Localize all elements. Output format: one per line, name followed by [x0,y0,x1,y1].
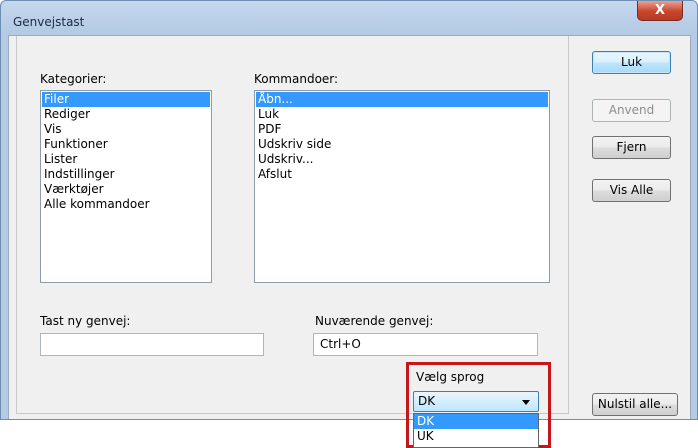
list-item[interactable]: Udskriv... [256,152,548,167]
window-title: Genvejstast [13,15,85,29]
chevron-down-icon[interactable] [522,400,530,405]
list-item[interactable]: Udskriv side [256,137,548,152]
commands-label: Kommandoer: [254,72,339,86]
new-shortcut-input[interactable] [40,333,264,356]
language-option[interactable]: UK [414,429,538,444]
main-pane: Kategorier: Filer Rediger Vis Funktioner… [16,36,569,414]
remove-button[interactable]: Fjern [592,136,671,159]
list-item[interactable]: Værktøjer [42,182,210,197]
show-all-button[interactable]: Vis Alle [592,179,671,202]
close-icon-glyph: X [654,3,666,18]
reset-all-button[interactable]: Nulstil alle... [592,393,678,416]
current-shortcut-field: Ctrl+O [313,333,538,356]
list-item[interactable]: Funktioner [42,137,210,152]
current-shortcut-label: Nuværende genvej: [315,314,434,328]
list-item[interactable]: Vis [42,122,210,137]
language-dropdown-list[interactable]: DK UK [413,413,539,448]
list-item[interactable]: Afslut [256,167,548,182]
language-label: Vælg sprog [416,370,485,384]
new-shortcut-label: Tast ny genvej: [40,314,131,328]
dialog-client-area: Kategorier: Filer Rediger Vis Funktioner… [8,35,691,419]
list-item[interactable]: Åbn... [256,92,548,107]
close-icon[interactable]: X [637,1,683,21]
shortcut-dialog: Genvejstast X Kategorier: Filer Rediger … [0,0,698,420]
list-item[interactable]: Luk [256,107,548,122]
list-item[interactable]: Rediger [42,107,210,122]
list-item[interactable]: Lister [42,152,210,167]
language-option[interactable]: DK [414,414,538,429]
commands-list[interactable]: Åbn... Luk PDF Udskriv side Udskriv... A… [254,90,550,283]
language-select[interactable]: DK [413,391,539,412]
list-item[interactable]: Indstillinger [42,167,210,182]
categories-list[interactable]: Filer Rediger Vis Funktioner Lister Inds… [40,90,212,283]
list-item[interactable]: Alle kommandoer [42,197,210,212]
categories-label: Kategorier: [40,72,107,86]
close-button[interactable]: Luk [592,51,671,74]
language-selected-value: DK [418,394,436,408]
list-item[interactable]: PDF [256,122,548,137]
list-item[interactable]: Filer [42,92,210,107]
title-bar[interactable]: Genvejstast X [1,1,697,31]
apply-button[interactable]: Anvend [592,99,671,122]
